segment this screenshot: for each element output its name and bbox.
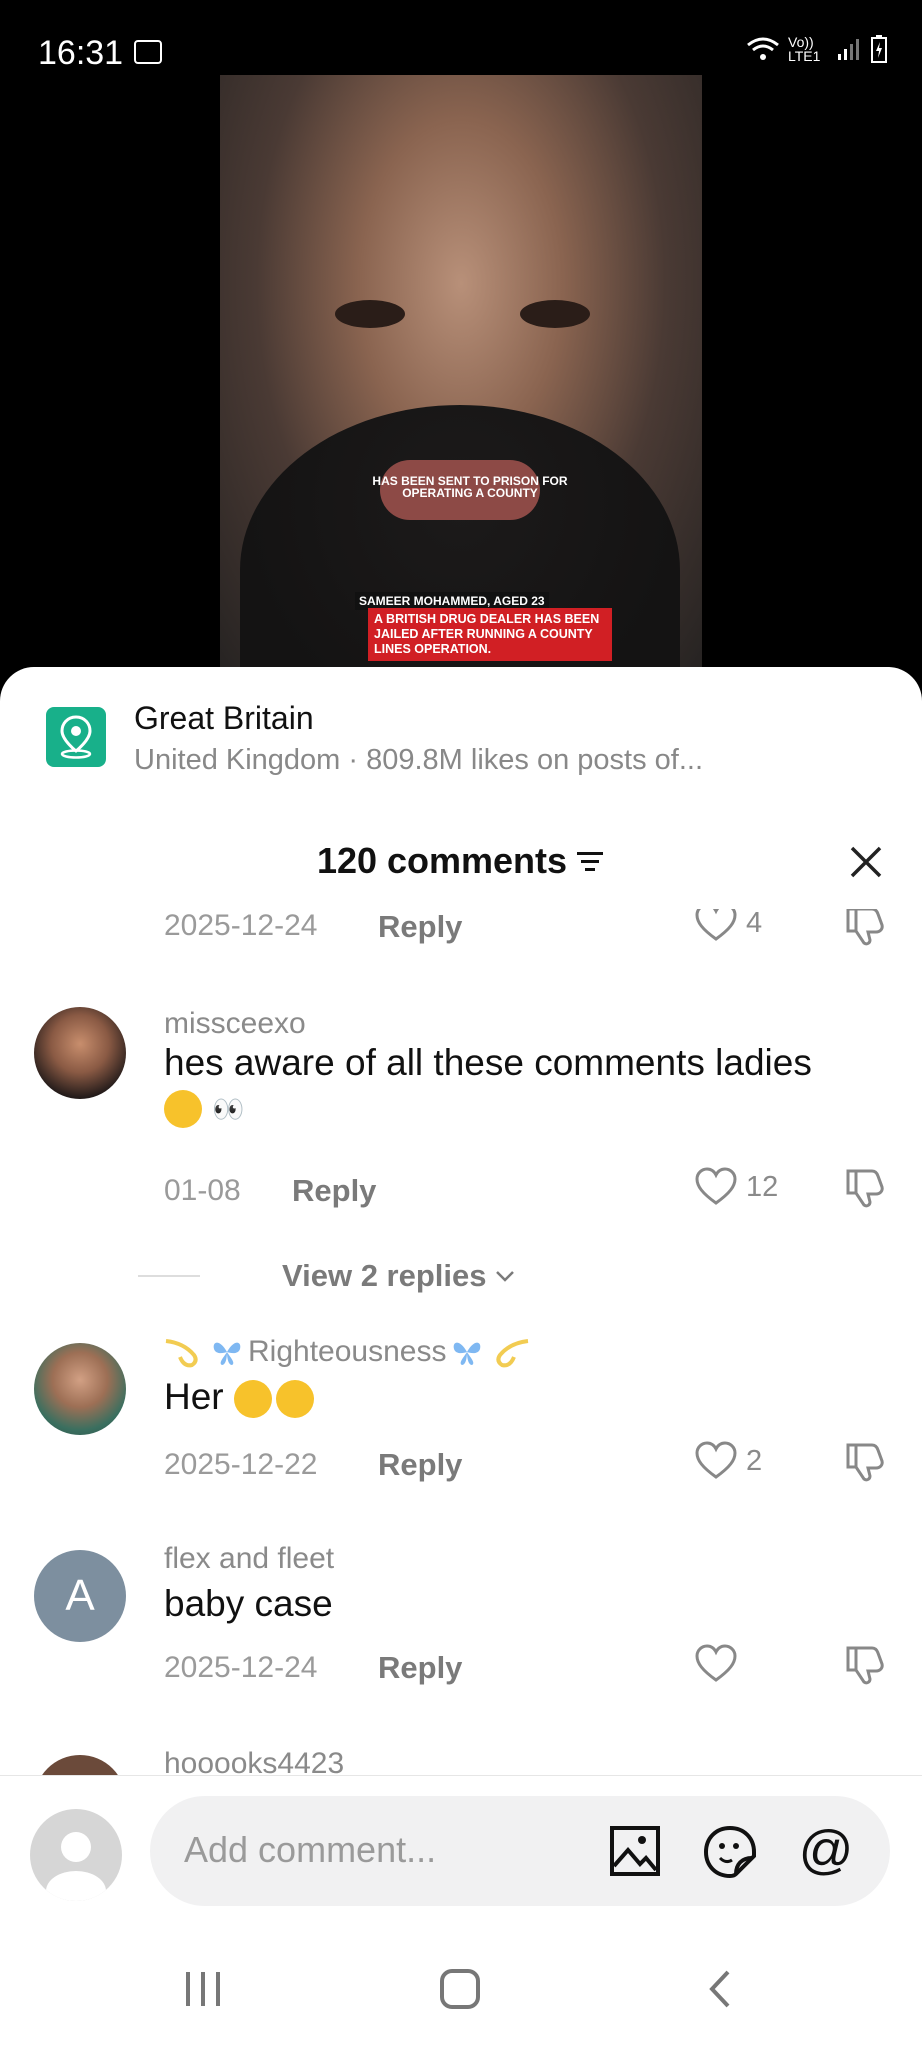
- comment-username[interactable]: flex and fleet: [164, 1542, 334, 1576]
- like-count: 4: [746, 909, 763, 939]
- like-button[interactable]: 4: [694, 909, 762, 943]
- current-user-avatar[interactable]: [30, 1809, 122, 1901]
- network-label: Vo)) LTE1: [788, 34, 821, 64]
- comment-composer: Add comment... @: [0, 1775, 922, 2049]
- avatar[interactable]: A: [34, 1550, 126, 1642]
- like-count: 12: [746, 1170, 779, 1203]
- comment-row-partial: 2025-12-24 Reply 4: [0, 909, 922, 953]
- comment-date: 2025-12-24: [164, 1651, 318, 1684]
- comment-row: A flex and fleet baby case 2025-12-24 Re…: [0, 1542, 922, 1702]
- sparkle-icon: [496, 1339, 529, 1368]
- reply-button[interactable]: Reply: [378, 1650, 462, 1686]
- comments-header: 120 comments: [0, 840, 922, 882]
- location-pin-icon[interactable]: [46, 707, 106, 767]
- laughing-emoji-icon: [275, 1380, 314, 1419]
- svg-text:@: @: [799, 1824, 854, 1880]
- heart-icon: [695, 1167, 737, 1205]
- video-face-detail: [520, 300, 590, 328]
- avatar[interactable]: [34, 1755, 126, 1777]
- clock: 16:31: [38, 34, 124, 72]
- image-icon[interactable]: [608, 1824, 662, 1878]
- like-button[interactable]: 2: [694, 1441, 762, 1481]
- recents-nav-icon[interactable]: [180, 1966, 226, 2012]
- video-caption-red: A BRITISH DRUG DEALER HAS BEEN JAILED AF…: [368, 608, 612, 661]
- butterfly-icon: [454, 1342, 481, 1365]
- video-player[interactable]: HAS BEEN SENT TO PRISON FOR OPERATING A …: [220, 75, 702, 670]
- like-button[interactable]: 12: [694, 1167, 778, 1207]
- comment-text: baby case: [164, 1583, 333, 1624]
- reply-button[interactable]: Reply: [378, 1447, 462, 1483]
- comment-username[interactable]: hooooks4423: [164, 1747, 344, 1777]
- heart-icon: [695, 909, 737, 941]
- mention-icon[interactable]: @: [798, 1824, 854, 1880]
- sticker-icon[interactable]: [702, 1824, 758, 1880]
- comment-row: Righteousness Her 2025-12-22 Reply 2: [0, 1335, 922, 1495]
- reply-button[interactable]: Reply: [378, 909, 462, 945]
- comment-date: 2025-12-22: [164, 1448, 318, 1481]
- comment-text-content: hes aware of all these comments ladies: [164, 1042, 812, 1083]
- dislike-icon[interactable]: [842, 1439, 886, 1483]
- location-subtitle[interactable]: United Kingdom · 809.8M likes on posts o…: [134, 744, 703, 777]
- comment-date: 01-08: [164, 1174, 241, 1207]
- view-replies-button[interactable]: View 2 replies: [138, 1258, 517, 1294]
- user-placeholder-icon: [46, 1832, 106, 1901]
- like-button[interactable]: [694, 1644, 746, 1684]
- view-replies-label: View 2 replies: [282, 1258, 487, 1293]
- laughing-emoji-icon: [233, 1380, 272, 1419]
- comment-username[interactable]: Righteousness: [164, 1335, 530, 1369]
- dislike-icon[interactable]: [842, 909, 886, 947]
- location-title[interactable]: Great Britain: [134, 700, 314, 737]
- butterfly-icon: [213, 1342, 241, 1365]
- comments-count: 120 comments: [316, 840, 568, 881]
- comment-date: 2025-12-24: [164, 909, 318, 942]
- battery-icon: [871, 35, 887, 63]
- home-nav-icon[interactable]: [437, 1966, 483, 2012]
- username-text: Righteousness: [248, 1335, 447, 1368]
- wifi-icon: [747, 37, 779, 60]
- reply-button[interactable]: Reply: [292, 1173, 376, 1209]
- avatar[interactable]: [34, 1343, 126, 1435]
- sparkle-icon: [165, 1339, 198, 1368]
- heart-icon: [695, 1441, 737, 1479]
- sim-icon: [134, 40, 162, 64]
- comment-row: hooooks4423: [0, 1747, 922, 1777]
- comment-input-placeholder: Add comment...: [184, 1829, 437, 1870]
- status-icons: Vo)) LTE1: [746, 34, 888, 64]
- back-nav-icon[interactable]: [698, 1966, 744, 2012]
- avatar-letter: A: [65, 1571, 95, 1620]
- comment-text: hes aware of all these comments ladies 👀: [164, 1041, 884, 1131]
- dislike-icon[interactable]: [842, 1165, 886, 1209]
- eyes-emoji-icon: 👀: [212, 1094, 245, 1125]
- comment-text: Her: [164, 1375, 884, 1419]
- comment-row: missceexo hes aware of all these comment…: [0, 1007, 922, 1307]
- laughing-emoji-icon: [164, 1090, 202, 1129]
- video-caption-top: HAS BEEN SENT TO PRISON FOR OPERATING A …: [372, 474, 568, 500]
- comment-username[interactable]: missceexo: [164, 1007, 306, 1041]
- signal-icon: [838, 39, 859, 60]
- divider: [138, 1275, 200, 1277]
- comment-text-content: Her: [164, 1376, 224, 1417]
- chevron-down-icon: [495, 1271, 514, 1282]
- comment-input[interactable]: Add comment... @: [150, 1796, 890, 1906]
- filter-icon[interactable]: [575, 849, 605, 873]
- heart-icon: [695, 1644, 737, 1682]
- avatar[interactable]: [34, 1007, 126, 1099]
- video-face-detail: [335, 300, 405, 328]
- like-count: 2: [746, 1444, 763, 1477]
- dislike-icon[interactable]: [842, 1642, 886, 1686]
- status-bar: 16:31 Vo)) LTE1: [0, 0, 922, 80]
- close-icon[interactable]: [846, 842, 886, 882]
